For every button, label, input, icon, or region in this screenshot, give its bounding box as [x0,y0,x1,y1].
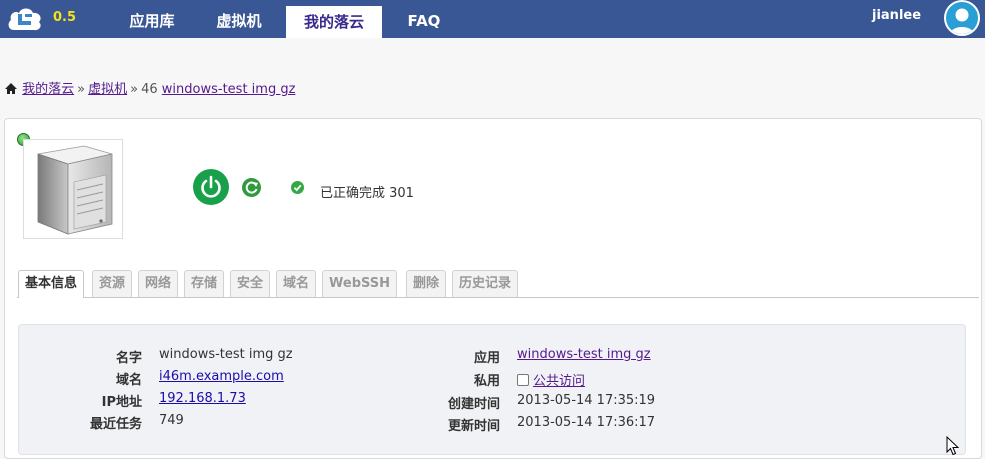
breadcrumb-separator: » [77,82,86,97]
name-value: windows-test img gz [159,347,293,362]
basic-info-panel [18,324,966,455]
tab-bar-divider [17,297,979,298]
recent-task-value: 749 [159,413,184,428]
updated-time-value: 2013-05-14 17:36:17 [517,415,656,430]
tab-security[interactable]: 安全 [230,270,271,297]
tab-history[interactable]: 历史记录 [452,270,519,297]
app-link[interactable]: windows-test img gz [517,347,651,362]
home-icon[interactable] [4,82,18,95]
mouse-cursor-icon [946,436,960,456]
username[interactable]: jianlee [872,8,921,23]
public-access-link[interactable]: 公共访问 [533,374,585,389]
reboot-button[interactable] [242,178,261,197]
ip-label: IP地址 [101,395,142,410]
nav-app-library[interactable]: 应用库 [116,0,188,38]
task-status-text: 已正确完成 301 [320,186,414,201]
user-avatar-icon[interactable] [944,0,980,36]
updated-time-label: 更新时间 [447,419,500,434]
server-tower-icon [37,145,113,235]
breadcrumb-vm-name[interactable]: windows-test img gz [162,82,296,97]
tab-basic-info[interactable]: 基本信息 [18,270,85,298]
cloud-logo-icon[interactable] [6,4,44,34]
top-navbar: 0.5 应用库 虚拟机 我的落云 FAQ jianlee [0,0,985,38]
app-label: 应用 [473,351,500,366]
domain-label: 域名 [115,373,142,388]
private-label: 私用 [473,374,500,389]
public-access-checkbox[interactable] [517,374,529,386]
server-image [23,139,123,239]
version-label: 0.5 [53,10,77,25]
tab-delete[interactable]: 删除 [406,270,447,297]
nav-faq[interactable]: FAQ [398,0,450,38]
power-icon [201,175,221,198]
nav-virtual-machines[interactable]: 虚拟机 [203,0,275,38]
public-access-field: 公共访问 [517,370,585,389]
name-label: 名字 [115,351,142,366]
breadcrumb: 我的落云» 虚拟机» 46 windows-test img gz [4,78,295,97]
nav-my-cloud[interactable]: 我的落云 [286,6,382,38]
created-time-value: 2013-05-14 17:35:19 [517,393,656,408]
created-time-label: 创建时间 [447,397,500,412]
power-button[interactable] [193,169,229,205]
tab-storage[interactable]: 存储 [184,270,225,297]
tab-webssh[interactable]: WebSSH [322,270,398,297]
breadcrumb-vm[interactable]: 虚拟机 [88,82,127,97]
check-icon [291,181,304,194]
ip-link[interactable]: 192.168.1.73 [159,391,246,406]
breadcrumb-vm-id: 46 [141,82,158,97]
tab-network[interactable]: 网络 [138,270,179,297]
tab-resources[interactable]: 资源 [92,270,133,297]
breadcrumb-separator: » [130,82,139,97]
refresh-icon [245,181,258,194]
recent-task-label: 最近任务 [89,417,142,432]
domain-link[interactable]: i46m.example.com [159,369,284,384]
tab-domain[interactable]: 域名 [276,270,317,297]
breadcrumb-my-cloud[interactable]: 我的落云 [22,82,74,97]
